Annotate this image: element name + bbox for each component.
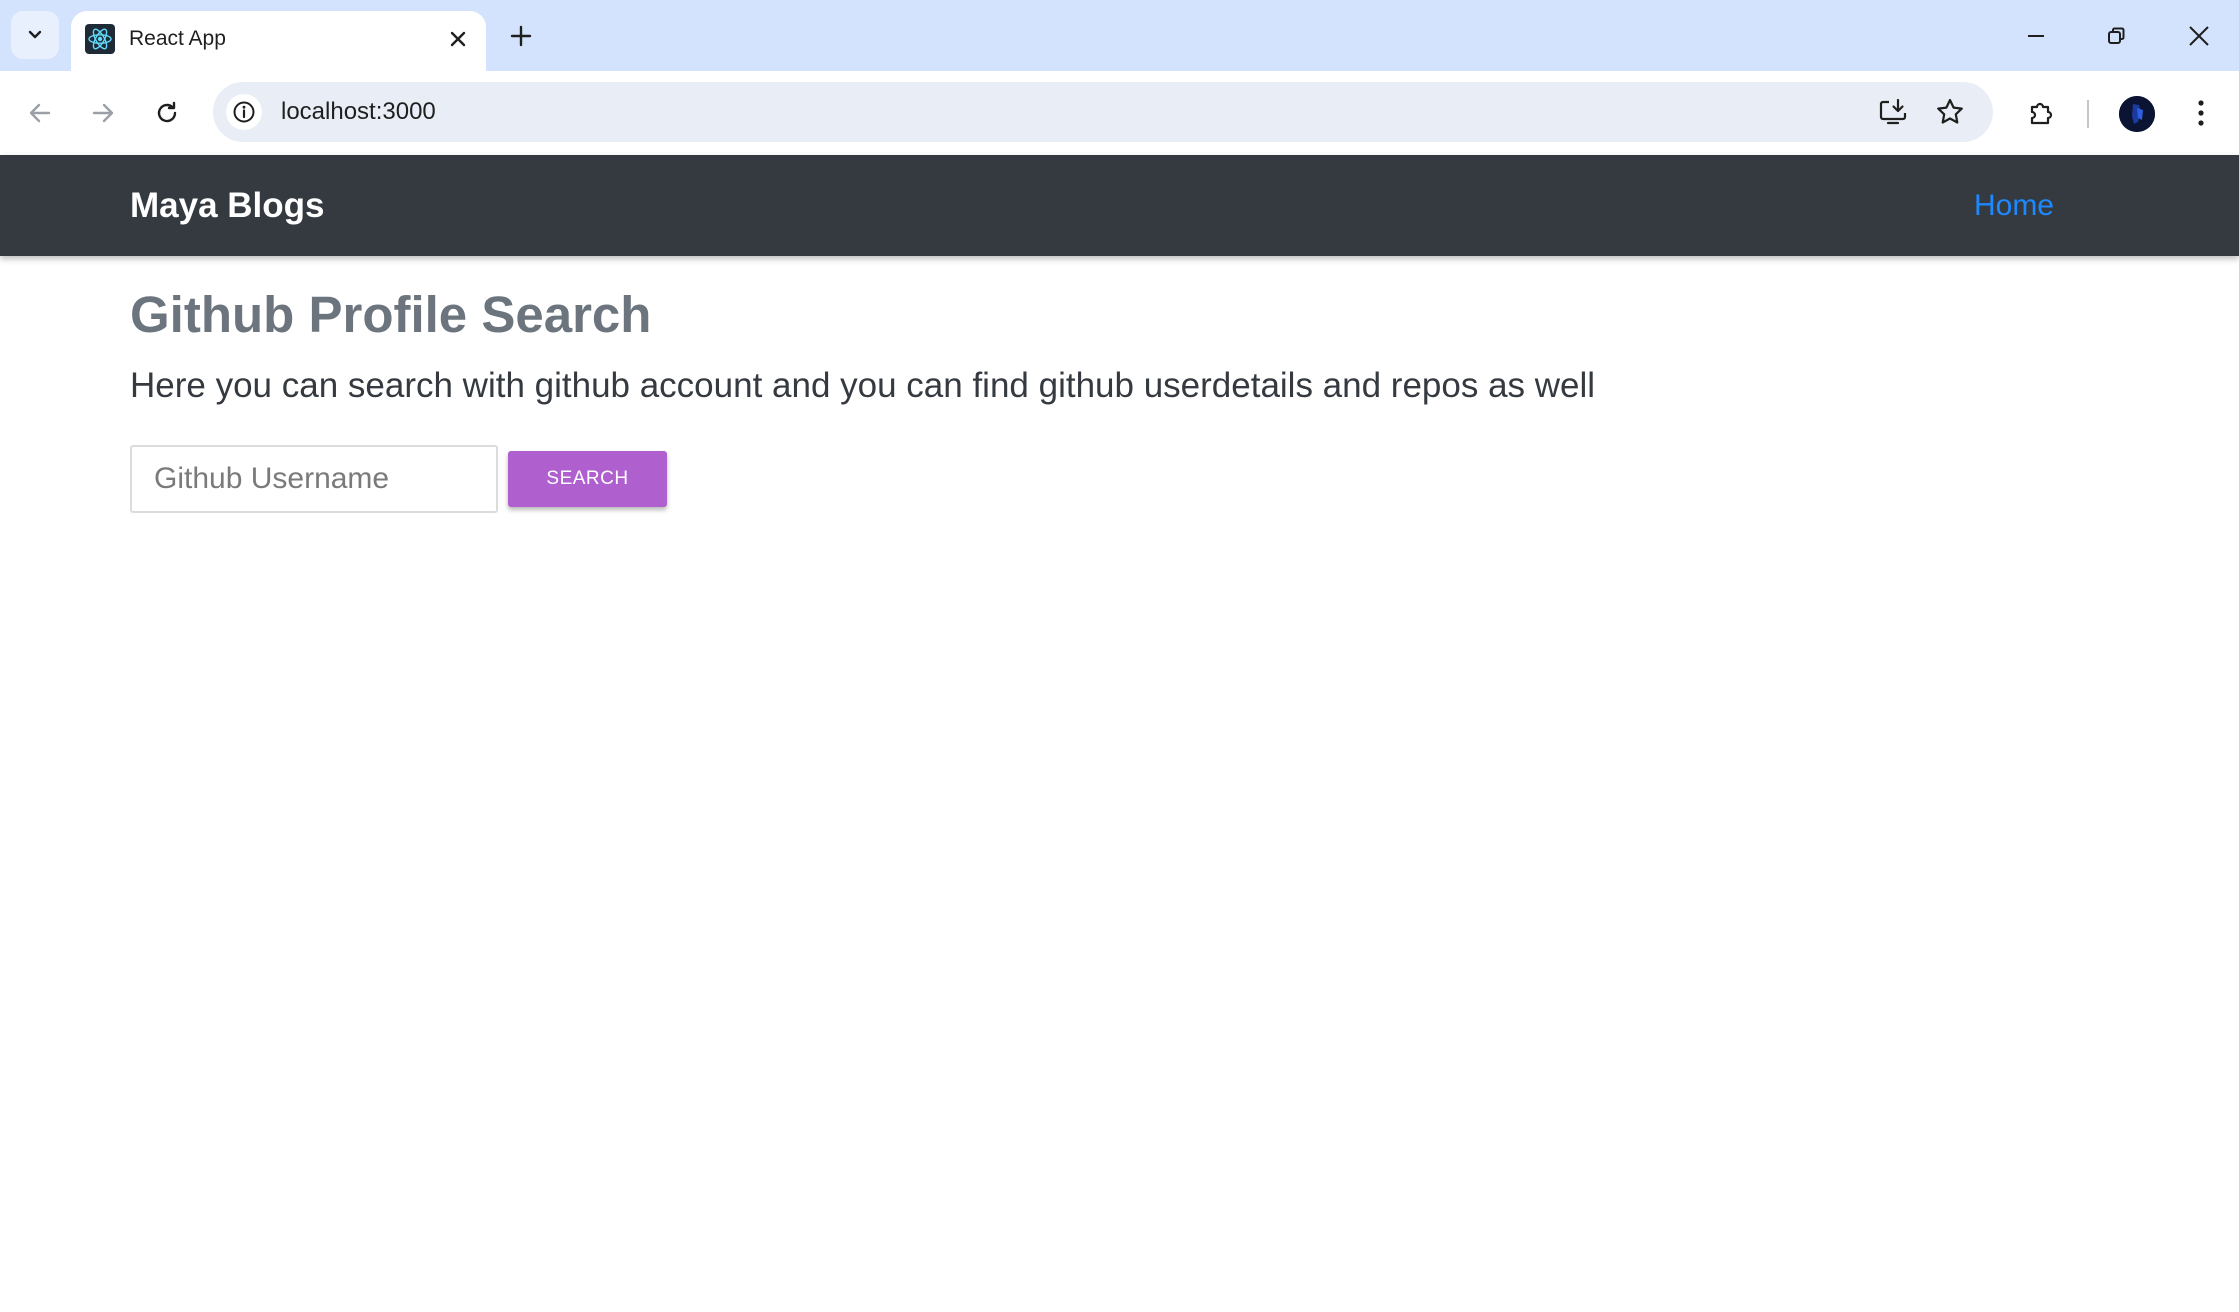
- github-username-input[interactable]: [130, 445, 498, 513]
- puzzle-icon: [2030, 102, 2053, 125]
- extensions-button[interactable]: [2018, 89, 2066, 137]
- tab-close-button[interactable]: [444, 25, 472, 53]
- arrow-left-icon: [29, 103, 51, 123]
- minimize-button[interactable]: [2014, 14, 2058, 58]
- reload-button[interactable]: [143, 89, 191, 137]
- react-logo-icon: [85, 24, 115, 54]
- browser-tab-active[interactable]: React App: [71, 11, 486, 71]
- address-bar[interactable]: localhost:3000: [213, 82, 1993, 142]
- info-icon: [233, 101, 255, 123]
- arrow-right-icon: [92, 103, 114, 123]
- new-tab-button[interactable]: [503, 18, 539, 54]
- more-vertical-icon: [2198, 100, 2204, 126]
- page-description: Here you can search with github account …: [130, 366, 1596, 405]
- tab-search-button[interactable]: [11, 11, 59, 59]
- forward-button[interactable]: [79, 89, 127, 137]
- nav-link-home[interactable]: Home: [1974, 186, 2054, 226]
- install-app-icon: [1879, 98, 1907, 125]
- close-window-button[interactable]: [2177, 14, 2221, 58]
- restore-icon: [2108, 27, 2125, 44]
- browser-tab-strip: React App: [0, 0, 2239, 71]
- plus-icon: [510, 25, 532, 47]
- bookmark-button[interactable]: [1932, 94, 1968, 130]
- close-icon: [450, 31, 466, 47]
- reload-icon: [157, 101, 177, 123]
- chevron-down-icon: [28, 30, 42, 39]
- minimize-icon: [2028, 35, 2044, 37]
- star-icon: [1937, 98, 1963, 124]
- search-button[interactable]: SEARCH: [508, 451, 667, 507]
- toolbar-divider: [2087, 100, 2089, 128]
- navbar-brand[interactable]: Maya Blogs: [130, 185, 325, 227]
- browser-menu-button[interactable]: [2177, 89, 2225, 137]
- install-app-button[interactable]: [1875, 94, 1911, 130]
- profile-avatar[interactable]: [2119, 96, 2155, 132]
- page-title: Github Profile Search: [130, 286, 652, 343]
- back-button[interactable]: [16, 89, 64, 137]
- restore-button[interactable]: [2094, 14, 2138, 58]
- app-navbar: Maya Blogs Home: [0, 155, 2239, 256]
- site-info-button[interactable]: [226, 94, 262, 130]
- tab-title: React App: [129, 27, 226, 50]
- browser-toolbar: localhost:3000: [0, 71, 2239, 155]
- address-bar-url[interactable]: localhost:3000: [281, 97, 436, 127]
- close-icon: [2189, 26, 2209, 46]
